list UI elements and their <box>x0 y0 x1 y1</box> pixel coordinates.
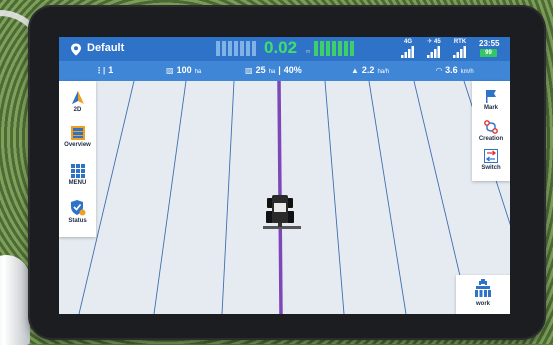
worked-area-icon: ▨ <box>245 66 253 75</box>
satellite-icon: ✈ <box>427 39 433 45</box>
work-label: work <box>475 301 490 307</box>
deviation-value: 0.02 <box>264 38 298 57</box>
deviation-bar <box>216 41 220 56</box>
overview-label: Overview <box>64 142 91 148</box>
battery-indicator: 99 <box>480 49 497 57</box>
line-number-field: ⋮| 1 <box>95 65 113 75</box>
deviation-bar <box>344 41 348 56</box>
speedometer-icon: ◠ <box>436 66 443 75</box>
location-pin-icon <box>71 43 81 56</box>
screen: Default 0.02 m 4G ✈ 45 RTK 23:55 99 ⋮| 1… <box>59 37 510 314</box>
deviation-bar <box>246 41 250 56</box>
menu-button[interactable]: MENU <box>59 164 96 186</box>
status-label: Status <box>68 218 87 224</box>
work-speed-icon: ▲ <box>351 66 359 75</box>
satellite-signal: ✈ 45 <box>423 39 445 58</box>
deviation-bar <box>338 41 342 56</box>
deviation-bar <box>228 41 232 56</box>
work-speed-value: 2.2 <box>361 65 375 75</box>
work-speed-field: ▲ 2.2 ha/h <box>351 65 389 75</box>
signal-bars-icon <box>453 46 466 58</box>
separator: | <box>278 65 281 75</box>
work-button[interactable]: work <box>456 279 510 307</box>
signal-bars-icon <box>401 46 414 58</box>
mark-button[interactable]: Mark <box>472 89 510 111</box>
line-creation-icon <box>484 120 498 134</box>
deviation-bar <box>240 41 244 56</box>
deviation-bar <box>234 41 238 56</box>
creation-label: Creation <box>478 136 504 142</box>
deviation-bar <box>222 41 226 56</box>
overview-button[interactable]: Overview <box>59 126 96 148</box>
right-toolbar: Mark Creation Switch <box>472 81 510 181</box>
total-area-unit: ha <box>194 69 202 75</box>
mark-label: Mark <box>483 105 498 111</box>
worked-area-unit: ha <box>268 69 276 75</box>
deviation-bar <box>314 41 318 56</box>
guidance-lines-canvas <box>59 81 510 314</box>
deviation-bar <box>252 41 256 56</box>
rtk-label: RTK <box>453 39 467 45</box>
line-number: 1 <box>108 65 114 75</box>
switch-line-icon <box>484 149 498 163</box>
cellular-label: 4G <box>403 39 412 45</box>
info-bar: ⋮| 1 ▨ 100 ha ▨ 25 ha | 40% ▲ 2.2 ha/h ◠… <box>59 61 510 81</box>
creation-button[interactable]: Creation <box>472 120 510 142</box>
area-icon: ▨ <box>166 66 174 75</box>
deviation-unit: m <box>306 49 311 55</box>
deviation-bar <box>320 41 324 56</box>
switch-button[interactable]: Switch <box>472 149 510 171</box>
status-bar: Default 0.02 m 4G ✈ 45 RTK 23:55 99 <box>59 37 510 61</box>
view-2d-button[interactable]: 2D <box>59 91 96 113</box>
deviation-bar <box>326 41 330 56</box>
flag-icon <box>486 90 496 103</box>
status-button[interactable]: Status <box>59 200 96 224</box>
gnss-antenna <box>0 255 30 345</box>
work-speed-unit: ha/h <box>377 69 390 75</box>
navigation-arrow-icon <box>71 91 84 104</box>
cellular-signal: 4G <box>397 39 419 58</box>
speed-field: ◠ 3.6 km/h <box>436 65 474 75</box>
rtk-signal: RTK <box>449 39 471 58</box>
work-panel: work <box>456 275 510 314</box>
project-name[interactable]: Default <box>87 42 124 54</box>
clock: 23:55 <box>479 39 500 48</box>
total-area-field: ▨ 100 ha <box>166 65 201 75</box>
deviation-bar <box>332 41 336 56</box>
signal-bars-icon <box>427 46 440 58</box>
total-area-value: 100 <box>176 65 192 75</box>
worked-area-field: ▨ 25 ha | 40% <box>245 65 302 75</box>
satellite-count: ✈ 45 <box>427 39 441 45</box>
guidance-lines-icon: ⋮| <box>95 66 106 75</box>
deviation-bars-left <box>216 41 256 56</box>
overview-icon <box>70 126 85 140</box>
speed-unit: km/h <box>460 69 474 75</box>
progress-percent: 40% <box>283 65 302 75</box>
work-implement-icon <box>475 279 491 297</box>
deviation-bars-right <box>314 41 354 56</box>
left-toolbar: 2D Overview MENU Status <box>59 81 96 237</box>
status-shield-icon <box>70 200 85 216</box>
grid-menu-icon <box>70 164 85 178</box>
guidance-field-view[interactable] <box>59 81 510 314</box>
switch-label: Switch <box>481 165 501 171</box>
deviation-bar <box>350 41 354 56</box>
view-2d-label: 2D <box>73 107 82 113</box>
battery-percent: 99 <box>485 50 492 56</box>
speed-value: 3.6 <box>445 65 458 75</box>
menu-label: MENU <box>68 180 87 186</box>
worked-area-value: 25 <box>255 65 266 75</box>
